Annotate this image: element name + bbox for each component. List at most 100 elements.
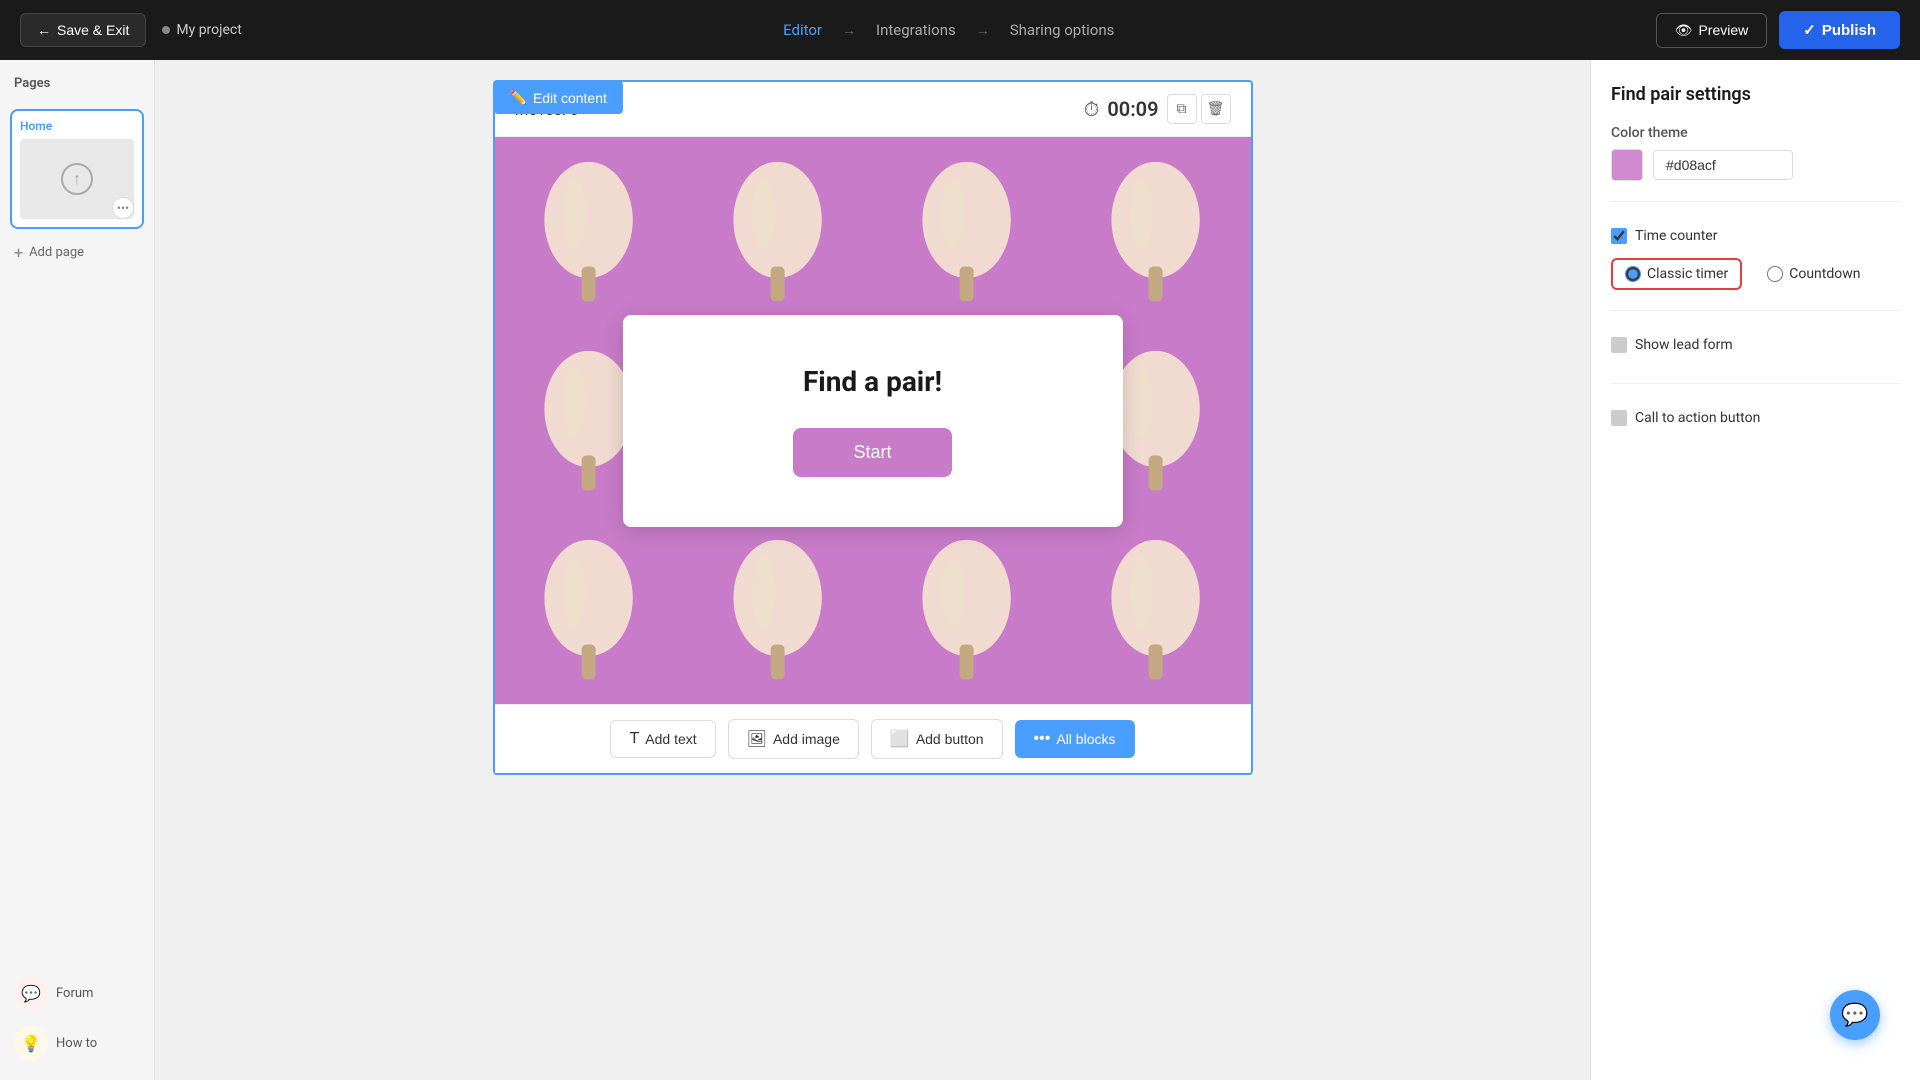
start-button-label: Start [853,442,891,462]
chat-icon: 💬 [1841,1003,1868,1028]
add-button-label: Add button [916,731,984,747]
countdown-option[interactable]: Countdown [1754,259,1873,289]
forum-label: Forum [56,986,93,1001]
panel-title: Find pair settings [1611,84,1900,105]
timer-icon: ⏱ [1084,97,1100,121]
countdown-label: Countdown [1789,266,1860,282]
edit-content-button[interactable]: ✏️ Edit content [494,81,623,114]
preview-label: Preview [1698,22,1748,38]
start-button[interactable]: Start [793,428,951,477]
nav-editor-link[interactable]: Editor [783,21,822,39]
game-card-11[interactable] [873,515,1062,704]
pencil-icon: ✏️ [510,89,527,106]
left-sidebar: Pages Home ↑ ••• + Add page 💬 Forum 💡 Ho… [0,60,155,1080]
timer-buttons: ⧉ 🗑 [1167,94,1231,124]
nav-integrations-link[interactable]: Integrations [876,21,956,39]
forum-item[interactable]: 💬 Forum [10,972,144,1014]
game-card-10[interactable] [684,515,873,704]
howto-icon: 💡 [14,1026,48,1060]
page-thumb-icon: ↑ [61,163,93,195]
image-icon: 🖼 [747,729,767,749]
game-card-12[interactable] [1062,515,1251,704]
call-to-action-checkbox[interactable] [1611,410,1627,426]
classic-timer-option[interactable]: Classic timer [1611,258,1742,290]
add-page-label: Add page [29,245,84,260]
checkmark-icon: ✓ [1803,21,1816,39]
howto-item[interactable]: 💡 How to [10,1022,144,1064]
home-page-label: Home [20,119,134,133]
color-input[interactable] [1653,150,1793,180]
blocks-icon: ••• [1034,730,1051,748]
publish-button[interactable]: ✓ Publish [1779,11,1900,49]
button-icon: ⬜ [890,729,910,749]
add-image-label: Add image [773,731,840,747]
pages-title: Pages [10,76,144,91]
timer-area: ⏱ 00:09 ⧉ 🗑 [1084,94,1231,124]
color-theme-setting: Color theme [1611,125,1900,181]
sidebar-bottom: 💬 Forum 💡 How to [10,972,144,1064]
canvas-area: ✏️ Edit content Moves: 0 ⏱ 00:09 ⧉ 🗑 [155,60,1590,1080]
main-content: Pages Home ↑ ••• + Add page 💬 Forum 💡 Ho… [0,60,1920,1080]
canvas-bottom-toolbar: T Add text 🖼 Add image ⬜ Add button ••• … [495,704,1251,773]
add-text-label: Add text [645,731,696,747]
right-panel: Find pair settings Color theme Time coun… [1590,60,1920,1080]
plus-icon: + [14,243,23,262]
arrow-left-icon: ← [37,22,51,38]
eye-icon: 👁 [1675,22,1693,39]
add-button-button[interactable]: ⬜ Add button [871,719,1003,759]
game-card-1[interactable] [495,137,684,326]
add-image-button[interactable]: 🖼 Add image [728,719,859,759]
game-card-4[interactable] [1062,137,1251,326]
show-lead-form-checkbox[interactable] [1611,337,1627,353]
color-swatch[interactable] [1611,149,1643,181]
canvas-toolbar: ✏️ Edit content [494,81,623,114]
add-page-button[interactable]: + Add page [10,239,144,266]
show-lead-form-row: Show lead form [1611,327,1900,363]
forum-icon: 💬 [14,976,48,1010]
timer-type-group: Classic timer Countdown [1611,258,1900,290]
classic-timer-label: Classic timer [1647,266,1728,282]
time-counter-checkbox[interactable] [1611,228,1627,244]
project-dot-icon [162,26,170,34]
call-to-action-row: Call to action button [1611,400,1900,436]
add-text-button[interactable]: T Add text [610,720,715,758]
edit-content-label: Edit content [533,90,607,106]
game-area: Find a pair! Start [495,137,1251,704]
divider-2 [1611,310,1900,311]
show-lead-form-label: Show lead form [1635,337,1733,353]
project-name-label: My project [176,22,241,38]
game-card-2[interactable] [684,137,873,326]
divider-1 [1611,201,1900,202]
color-theme-label: Color theme [1611,125,1900,141]
countdown-radio[interactable] [1767,266,1783,282]
nav-sharing-link[interactable]: Sharing options [1010,21,1115,39]
text-icon: T [629,730,639,748]
project-name-area: My project [162,22,241,38]
show-lead-form-setting: Show lead form [1611,327,1900,363]
preview-button[interactable]: 👁 Preview [1656,13,1768,48]
howto-label: How to [56,1036,97,1051]
time-counter-row: Time counter [1611,218,1900,254]
game-card-9[interactable] [495,515,684,704]
nav-arrow-2: → [976,22,990,39]
chat-fab-button[interactable]: 💬 [1830,990,1880,1040]
copy-timer-button[interactable]: ⧉ [1167,94,1197,124]
call-to-action-setting: Call to action button [1611,400,1900,436]
page-more-button[interactable]: ••• [112,197,134,219]
home-page-thumbnail[interactable]: Home ↑ ••• [10,109,144,229]
nav-integrations-label: Integrations [876,21,956,39]
save-exit-label: Save & Exit [57,22,129,38]
nav-sharing-label: Sharing options [1010,21,1115,39]
delete-timer-button[interactable]: 🗑 [1201,94,1231,124]
all-blocks-button[interactable]: ••• All blocks [1015,720,1135,758]
save-exit-button[interactable]: ← Save & Exit [20,13,146,47]
publish-label: Publish [1822,22,1876,39]
canvas-wrapper: ✏️ Edit content Moves: 0 ⏱ 00:09 ⧉ 🗑 [493,80,1253,775]
top-navigation: ← Save & Exit My project Editor → Integr… [0,0,1920,60]
color-row [1611,149,1900,181]
game-overlay-title: Find a pair! [703,365,1043,398]
game-card-3[interactable] [873,137,1062,326]
nav-arrow-1: → [842,22,856,39]
classic-timer-radio[interactable] [1625,266,1641,282]
all-blocks-label: All blocks [1056,731,1115,747]
